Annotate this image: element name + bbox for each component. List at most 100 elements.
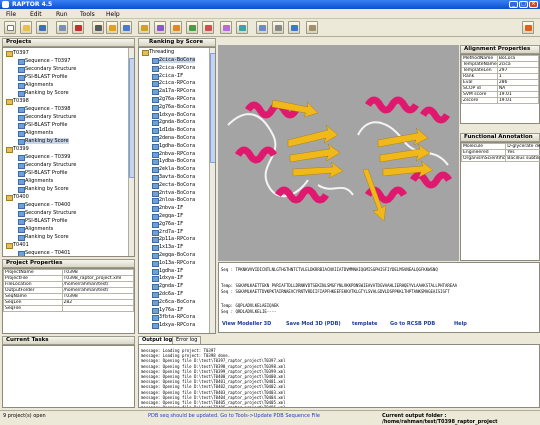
ranking-item[interactable]: 2nbva-IF xyxy=(159,205,183,211)
chart-button[interactable] xyxy=(288,21,300,34)
project-node[interactable]: T0398 xyxy=(13,98,29,104)
sequence-button[interactable] xyxy=(138,21,150,34)
tab-output-log[interactable]: Output log xyxy=(138,336,176,344)
menu-file[interactable]: File xyxy=(6,11,16,18)
ranking-item[interactable]: 2dena-BoCora xyxy=(159,135,195,141)
ranking-item[interactable]: 2cica-BoCora xyxy=(159,57,195,63)
project-child-item[interactable]: Alignments xyxy=(25,226,53,232)
menu-tools[interactable]: Tools xyxy=(80,11,95,18)
project-child-item[interactable]: Secondary Structure xyxy=(25,114,76,120)
project-child-item[interactable]: Ranking by Score xyxy=(25,138,69,144)
project-node[interactable]: T0401 xyxy=(13,242,29,248)
ranking-item[interactable]: 2ekla-BoCora xyxy=(159,166,195,172)
property-value[interactable]: Bacillus subtilis xyxy=(506,156,540,162)
structure-button[interactable] xyxy=(154,21,166,34)
ranking-item[interactable]: 1ydba-BoCora xyxy=(159,158,195,164)
project-child-item[interactable]: Secondary Structure xyxy=(25,210,76,216)
project-child-item[interactable]: Alignments xyxy=(25,178,53,184)
ranking-item[interactable]: 1dxya-BoCora xyxy=(159,112,195,118)
project-child-item[interactable]: Secondary Structure xyxy=(25,66,76,72)
project-child-item[interactable]: Sequence - T0401 xyxy=(25,250,70,256)
ranking-item[interactable]: 2gnda-IF xyxy=(159,283,183,289)
property-value[interactable] xyxy=(62,306,134,312)
template-link[interactable]: template xyxy=(352,321,377,327)
open-project-button[interactable] xyxy=(20,21,32,34)
ranking-item[interactable]: 2cica-RPCora xyxy=(159,80,195,86)
new-project-button[interactable] xyxy=(4,21,16,34)
ranking-item[interactable]: 3fbta-RPCora xyxy=(159,314,195,320)
project-child-item[interactable]: PSI-BLAST Profile xyxy=(25,74,67,80)
ranking-item[interactable]: 1dxya-RPCora xyxy=(159,322,195,328)
structure-viewer[interactable] xyxy=(218,45,459,261)
exit-button[interactable] xyxy=(522,21,534,34)
ranking-item[interactable]: 2rd7a-IF xyxy=(159,229,183,235)
ranking-item[interactable]: 2nloa-BoCora xyxy=(159,197,195,203)
projects-scrollbar[interactable] xyxy=(128,48,135,256)
ranking-item[interactable]: 1gdha-IF xyxy=(159,268,183,274)
database-button[interactable] xyxy=(56,21,68,34)
close-button[interactable]: × xyxy=(529,1,538,8)
tool-button-2[interactable] xyxy=(106,21,118,34)
tool-button-1[interactable] xyxy=(92,21,104,34)
project-child-item[interactable]: Sequence - T0397 xyxy=(25,58,70,64)
ranking-item[interactable]: 2gnda-BoCora xyxy=(159,119,195,125)
ranking-item[interactable]: 2c6ca-BoCora xyxy=(159,299,195,305)
rcsb-pdb-link[interactable]: Go to RCSB PDB xyxy=(390,321,435,327)
project-child-item[interactable]: PSI-BLAST Profile xyxy=(25,218,67,224)
project-child-item[interactable]: Sequence - T0400 xyxy=(25,202,70,208)
projects-scroll-thumb[interactable] xyxy=(129,58,135,178)
profile-button[interactable] xyxy=(170,21,182,34)
ranking-item[interactable]: 2a17a-RPCora xyxy=(159,88,195,94)
menu-edit[interactable]: Edit xyxy=(30,11,42,18)
project-child-item[interactable]: PSI-BLAST Profile xyxy=(25,122,67,128)
ranking-scroll-thumb[interactable] xyxy=(210,53,216,163)
menu-help[interactable]: Help xyxy=(106,11,120,18)
help-link[interactable]: Help xyxy=(454,321,467,327)
ranking-item[interactable]: 1dxya-IF xyxy=(159,275,183,281)
project-child-item[interactable]: Ranking by Score xyxy=(25,234,69,240)
ranking-item[interactable]: 2ecta-BoCora xyxy=(159,182,195,188)
settings-button[interactable] xyxy=(306,21,318,34)
project-node[interactable]: T0400 xyxy=(13,194,29,200)
ranking-button[interactable] xyxy=(202,21,214,34)
project-child-item[interactable]: Ranking by Score xyxy=(25,186,69,192)
project-child-item[interactable]: Sequence - T0398 xyxy=(25,106,70,112)
ranking-item[interactable]: 1o13a-RPCora xyxy=(159,260,195,266)
ranking-item[interactable]: 2g76a-IF xyxy=(159,221,183,227)
view-modeller-3d-link[interactable]: View Modeller 3D xyxy=(222,321,271,327)
ranking-item[interactable]: 2cica-IF xyxy=(159,73,183,79)
project-child-item[interactable]: PSI-BLAST Profile xyxy=(25,170,67,176)
model-button[interactable] xyxy=(220,21,232,34)
ranking-item[interactable]: 2nbva-RPCora xyxy=(159,151,195,157)
report-button[interactable] xyxy=(272,21,284,34)
threading-node[interactable]: Threading xyxy=(149,49,174,55)
ranking-item[interactable]: 2egqa-BoCora xyxy=(159,252,195,258)
compare-button[interactable] xyxy=(236,21,248,34)
project-child-item[interactable]: Alignments xyxy=(25,130,53,136)
ranking-item[interactable]: 2ntva-BoCora xyxy=(159,190,195,196)
run-button[interactable] xyxy=(72,21,84,34)
project-child-item[interactable]: Sequence - T0399 xyxy=(25,154,70,160)
ranking-item[interactable]: 1gdha-BoCora xyxy=(159,143,195,149)
projects-tree[interactable]: T0397 Sequence - T0397 Secondary Structure… xyxy=(2,47,135,257)
minimize-button[interactable]: _ xyxy=(509,1,518,8)
ranking-item[interactable]: 2dc6a-IF xyxy=(159,291,183,297)
property-value[interactable]: D-glycerate dehyd xyxy=(506,144,540,150)
ranking-scrollbar[interactable] xyxy=(209,48,216,333)
maximize-button[interactable]: □ xyxy=(519,1,528,8)
project-child-item[interactable]: Alignments xyxy=(25,82,53,88)
save-button[interactable] xyxy=(36,21,48,34)
ranking-item[interactable]: 1d1da-BoCora xyxy=(159,127,195,133)
project-node[interactable]: T0397 xyxy=(13,50,29,56)
ranking-item[interactable]: 1x13a-IF xyxy=(159,244,183,250)
ranking-item[interactable]: 2g76a-RPCora xyxy=(159,96,195,102)
ranking-item[interactable]: 1y76a-IF xyxy=(159,307,183,313)
output-log[interactable]: message: Loading project: T0397message: … xyxy=(138,344,540,408)
tool-button-3[interactable] xyxy=(120,21,132,34)
ranking-item[interactable]: 3avta-BoCora xyxy=(159,174,195,180)
project-node[interactable]: T0399 xyxy=(13,146,29,152)
save-mod-3d-link[interactable]: Save Mod 3D (PDB) xyxy=(286,321,341,327)
list-button[interactable] xyxy=(256,21,268,34)
project-child-item[interactable]: Secondary Structure xyxy=(25,162,76,168)
tab-error-log[interactable]: Error log xyxy=(172,336,201,344)
